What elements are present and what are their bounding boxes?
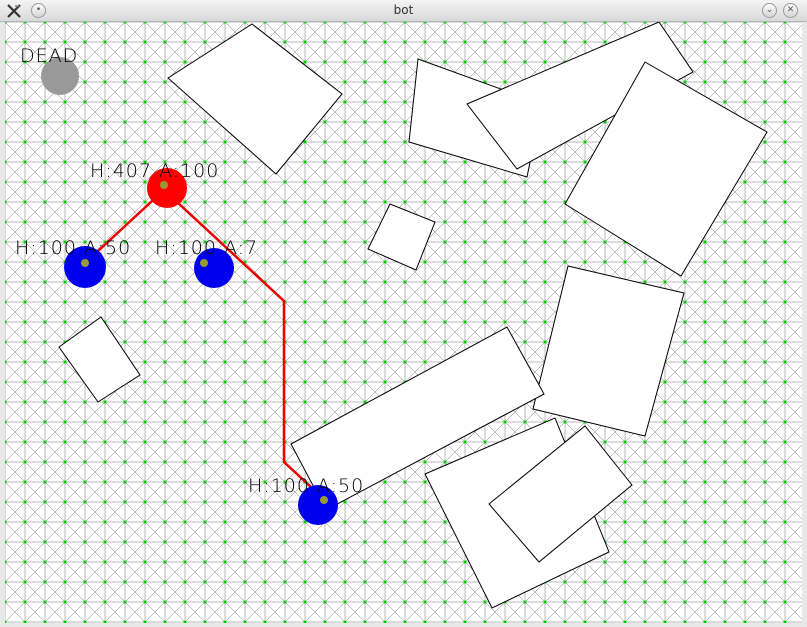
game-canvas[interactable]: DEAD H:407 A:100 H:100 A:50 H:100 A:7 H:… — [3, 20, 806, 627]
enemy-marker — [200, 259, 208, 267]
enemy-label: H:100 A:50 — [248, 475, 364, 497]
game-world: DEAD H:407 A:100 H:100 A:50 H:100 A:7 H:… — [3, 20, 806, 627]
enemy-marker — [320, 496, 328, 504]
enemy-label: H:100 A:50 — [15, 237, 131, 259]
obstacle — [58, 316, 141, 403]
enemy-label: H:100 A:7 — [155, 237, 258, 259]
close-button[interactable]: ✕ — [783, 3, 798, 18]
dead-label: DEAD — [20, 45, 78, 67]
window-title: bot — [393, 3, 414, 17]
enemy-marker — [81, 259, 89, 267]
window-titlebar: • bot ⌄ ✕ — [0, 0, 807, 22]
player-marker — [160, 181, 168, 189]
player-health-label: H:407 A:100 — [90, 160, 219, 182]
obstacle — [167, 23, 343, 175]
minimize-button[interactable]: ⌄ — [762, 3, 777, 18]
